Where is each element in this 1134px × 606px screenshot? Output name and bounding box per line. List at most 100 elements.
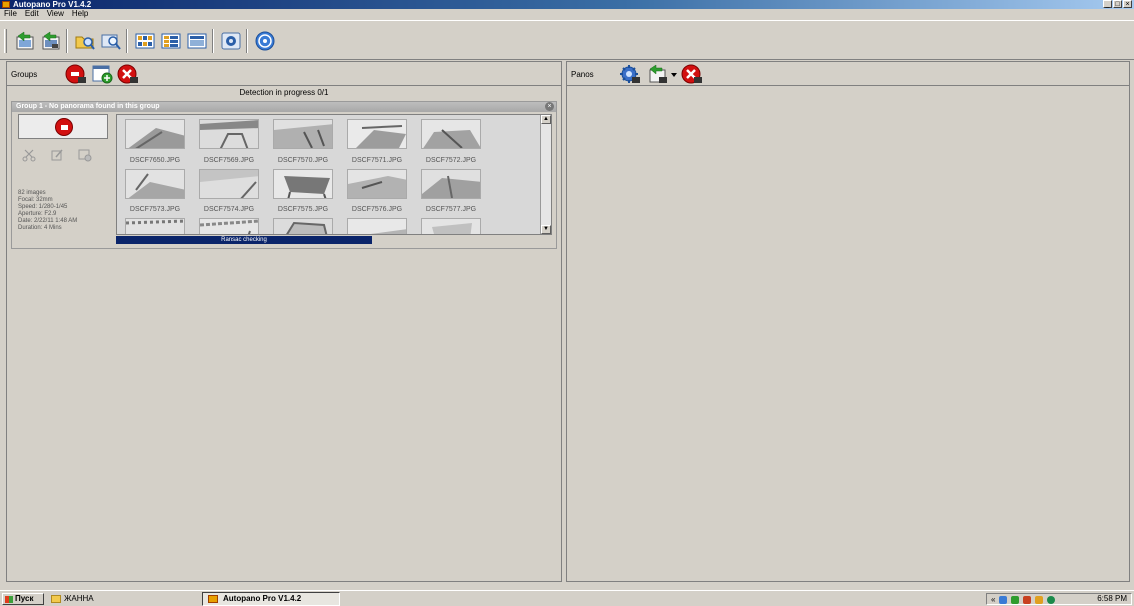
taskbar-item-autopano[interactable]: Autopano Pro V1.4.2 <box>202 592 340 606</box>
panos-title: Panos <box>571 70 594 79</box>
network-icon[interactable] <box>999 596 1008 604</box>
remove-all-button[interactable] <box>117 64 139 84</box>
remove-all-icon <box>117 64 138 84</box>
export-dropdown-button[interactable] <box>669 64 679 84</box>
stop-all-button[interactable] <box>65 64 87 84</box>
detect-button[interactable] <box>74 30 96 52</box>
tray-expand-icon[interactable]: « <box>991 595 995 605</box>
stop-icon <box>55 118 73 136</box>
info-images: 82 images <box>18 190 46 196</box>
grid-view-button[interactable] <box>134 30 156 52</box>
toolbar-grip[interactable] <box>4 29 7 53</box>
thumbnail-scrollbar[interactable]: ▲ ▼ <box>540 115 551 234</box>
info-speed: Speed: 1/280-1/45 <box>18 204 68 210</box>
toolbar-separator <box>126 29 128 53</box>
folder-icon <box>51 595 61 603</box>
grid-view-icon <box>135 33 155 49</box>
cut-button[interactable] <box>22 148 36 162</box>
progress-bar: Ransac checking <box>116 236 372 244</box>
tray-app-icon[interactable] <box>1023 596 1032 604</box>
thumbnail[interactable] <box>125 218 185 234</box>
groups-title: Groups <box>11 70 38 79</box>
detection-status: Detection in progress 0/1 <box>239 88 329 97</box>
quick-launch-label: ЖАННА <box>64 594 94 603</box>
antivirus-icon[interactable] <box>1011 596 1020 604</box>
export-all-button[interactable] <box>647 64 669 84</box>
start-button[interactable]: Пуск <box>2 593 44 605</box>
window-title: Autopano Pro V1.4.2 <box>13 0 92 9</box>
thumbnail-grid: DSCF7650.JPG DSCF7569.JPG DSCF7570.JPG D… <box>116 114 552 235</box>
render-button[interactable] <box>78 148 92 162</box>
list-view-icon <box>161 33 181 49</box>
thumbnail[interactable] <box>199 218 259 234</box>
add-group-icon <box>92 65 113 84</box>
file-name: DSCF7650.JPG <box>129 157 181 164</box>
settings-button[interactable] <box>220 30 242 52</box>
scroll-up-button[interactable]: ▲ <box>541 115 551 124</box>
taskbar: Пуск ЖАННА Autopano Pro V1.4.2 « 6:58 PM <box>0 590 1134 606</box>
gear-icon <box>620 65 640 83</box>
remove-all-panos-button[interactable] <box>681 64 703 84</box>
thumbnail[interactable] <box>273 218 333 234</box>
info-aperture: Aperture: F2.9 <box>18 211 57 217</box>
file-name: DSCF7574.JPG <box>203 206 255 213</box>
chevron-down-icon <box>671 73 677 77</box>
app-icon <box>2 1 10 8</box>
scroll-down-button[interactable]: ▼ <box>541 225 551 234</box>
render-all-button[interactable] <box>619 64 641 84</box>
render-icon <box>78 149 92 162</box>
thumbnail[interactable] <box>273 119 333 149</box>
info-date: Date: 2/22/11 1:48 AM <box>18 218 78 224</box>
help-button[interactable] <box>254 30 276 52</box>
tray-icons: « <box>991 595 1056 605</box>
start-label: Пуск <box>15 594 34 603</box>
menu-view[interactable]: View <box>47 9 64 19</box>
toolbar-separator <box>246 29 248 53</box>
thumbnail[interactable] <box>421 169 481 199</box>
windows-flag-icon <box>5 596 13 603</box>
minimize-button[interactable]: _ <box>1103 0 1112 8</box>
menu-edit[interactable]: Edit <box>25 9 39 19</box>
volume-icon[interactable] <box>1035 596 1044 604</box>
thumbnail[interactable] <box>273 169 333 199</box>
help-icon <box>255 31 275 51</box>
toolbar-separator <box>66 29 68 53</box>
stop-button[interactable] <box>18 114 108 139</box>
list-view-button[interactable] <box>160 30 182 52</box>
search-button[interactable] <box>100 30 122 52</box>
group-header: Group 1 - No panorama found in this grou… <box>12 102 556 112</box>
menu-bar: File Edit View Help <box>0 9 88 19</box>
group-close-icon[interactable]: × <box>545 102 554 111</box>
add-group-button[interactable] <box>91 64 113 84</box>
import-images-button[interactable] <box>14 30 36 52</box>
thumbnail[interactable] <box>199 169 259 199</box>
remove-all-icon <box>681 64 702 84</box>
stop-all-icon <box>65 64 86 84</box>
thumbnail[interactable] <box>421 119 481 149</box>
quick-launch-folder[interactable]: ЖАННА <box>50 593 94 605</box>
detail-view-button[interactable] <box>186 30 208 52</box>
info-duration: Duration: 4 Mins <box>18 225 62 231</box>
import-folder-button[interactable] <box>40 30 62 52</box>
thumbnail[interactable] <box>347 119 407 149</box>
clock: 6:58 PM <box>1097 594 1127 603</box>
thumbnail[interactable] <box>199 119 259 149</box>
file-name: DSCF7575.JPG <box>277 206 329 213</box>
file-name: DSCF7572.JPG <box>425 157 477 164</box>
info-focal: Focal: 32mm <box>18 197 53 203</box>
menu-help[interactable]: Help <box>72 9 88 19</box>
close-button[interactable]: × <box>1123 0 1132 8</box>
file-name: DSCF7571.JPG <box>351 157 403 164</box>
maximize-button[interactable]: □ <box>1113 0 1122 8</box>
gear-icon <box>221 32 241 50</box>
thumbnail[interactable] <box>125 119 185 149</box>
update-icon[interactable] <box>1047 596 1056 604</box>
edit-button[interactable] <box>50 148 64 162</box>
thumbnail[interactable] <box>125 169 185 199</box>
thumbnail[interactable] <box>421 218 481 234</box>
window-controls: _ □ × <box>1103 0 1132 8</box>
thumbnail[interactable] <box>347 169 407 199</box>
thumbnail[interactable] <box>347 218 407 234</box>
file-name: DSCF7576.JPG <box>351 206 403 213</box>
menu-file[interactable]: File <box>4 9 17 19</box>
